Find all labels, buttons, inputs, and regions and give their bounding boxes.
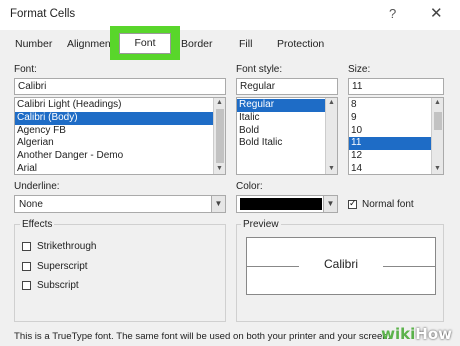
font-list-item[interactable]: Calibri Light (Headings) xyxy=(15,99,213,112)
close-button[interactable]: ✕ xyxy=(430,4,443,22)
color-label: Color: xyxy=(236,181,263,192)
font-input[interactable]: Calibri xyxy=(14,78,226,95)
font-list-item[interactable]: Another Danger - Demo xyxy=(15,150,213,163)
underline-label: Underline: xyxy=(14,181,60,192)
scroll-down-icon[interactable]: ▼ xyxy=(214,164,225,174)
font-style-list[interactable]: Regular Italic Bold Bold Italic ▲ ▼ xyxy=(236,97,338,175)
tab-border[interactable]: Border xyxy=(181,38,213,50)
tab-font[interactable]: Font xyxy=(119,33,171,54)
underline-value: None xyxy=(19,199,43,210)
font-list-item[interactable]: Arial xyxy=(15,163,213,174)
chevron-down-icon[interactable]: ▼ xyxy=(211,196,225,212)
size-list-item[interactable]: 11 xyxy=(349,137,431,151)
strikethrough-checkbox[interactable] xyxy=(22,242,31,251)
scroll-up-icon[interactable]: ▲ xyxy=(326,98,337,108)
scroll-down-icon[interactable]: ▼ xyxy=(326,164,337,174)
size-list-item[interactable]: 14 xyxy=(349,163,431,174)
watermark-suffix: How xyxy=(415,325,452,343)
help-button[interactable]: ? xyxy=(389,6,396,21)
scroll-thumb[interactable] xyxy=(434,112,442,130)
color-picker[interactable]: ▼ xyxy=(236,195,338,213)
size-input[interactable]: 11 xyxy=(348,78,444,95)
size-list-scrollbar[interactable]: ▲ ▼ xyxy=(431,98,443,174)
preview-box: Calibri xyxy=(246,237,436,295)
tab-number[interactable]: Number xyxy=(15,38,52,50)
style-list-scrollbar[interactable]: ▲ ▼ xyxy=(325,98,337,174)
effects-group xyxy=(14,224,226,322)
font-label: Font: xyxy=(14,64,37,75)
font-style-list-item[interactable]: Italic xyxy=(237,112,325,125)
font-style-input[interactable]: Regular xyxy=(236,78,338,95)
window-title: Format Cells xyxy=(10,8,76,20)
subscript-checkbox[interactable] xyxy=(22,281,31,290)
watermark-logo: wikiHow xyxy=(381,325,452,343)
scroll-up-icon[interactable]: ▲ xyxy=(214,98,225,108)
strikethrough-label: Strikethrough xyxy=(37,241,97,252)
effects-legend: Effects xyxy=(20,219,55,230)
tab-protection[interactable]: Protection xyxy=(277,38,324,50)
font-list[interactable]: Calibri Light (Headings) Calibri (Body) Ag… xyxy=(14,97,226,175)
font-list-item[interactable]: Calibri (Body) xyxy=(15,111,213,125)
chevron-down-icon[interactable]: ▼ xyxy=(323,196,337,212)
size-list[interactable]: 8 9 10 11 12 14 ▲ ▼ xyxy=(348,97,444,175)
font-style-list-item[interactable]: Regular xyxy=(237,99,325,112)
superscript-label: Superscript xyxy=(37,261,88,272)
preview-sample: Calibri xyxy=(323,257,358,271)
superscript-checkbox[interactable] xyxy=(22,262,31,271)
size-label: Size: xyxy=(348,64,371,75)
font-list-item[interactable]: Algerian xyxy=(15,137,213,150)
font-style-label: Font style: xyxy=(236,64,283,75)
normal-font-checkbox[interactable] xyxy=(348,198,357,209)
size-list-item[interactable]: 12 xyxy=(349,150,431,163)
tab-alignment[interactable]: Alignment xyxy=(67,38,114,50)
font-info-text: This is a TrueType font. The same font w… xyxy=(14,331,391,342)
size-list-item[interactable]: 9 xyxy=(349,112,431,125)
color-swatch xyxy=(240,198,322,210)
scroll-down-icon[interactable]: ▼ xyxy=(432,164,443,174)
size-list-item[interactable]: 8 xyxy=(349,99,431,112)
font-style-list-item[interactable]: Bold Italic xyxy=(237,137,325,150)
subscript-label: Subscript xyxy=(37,280,79,291)
preview-legend: Preview xyxy=(241,219,281,230)
font-list-item[interactable]: Agency FB xyxy=(15,125,213,138)
underline-select[interactable]: None ▼ xyxy=(14,195,226,213)
watermark-prefix: wiki xyxy=(381,325,416,343)
size-list-item[interactable]: 10 xyxy=(349,125,431,138)
tab-fill[interactable]: Fill xyxy=(239,38,252,50)
font-style-list-item[interactable]: Bold xyxy=(237,125,325,138)
font-list-scrollbar[interactable]: ▲ ▼ xyxy=(213,98,225,174)
scroll-thumb[interactable] xyxy=(216,109,224,163)
normal-font-label: Normal font xyxy=(362,199,414,210)
scroll-up-icon[interactable]: ▲ xyxy=(432,98,443,108)
